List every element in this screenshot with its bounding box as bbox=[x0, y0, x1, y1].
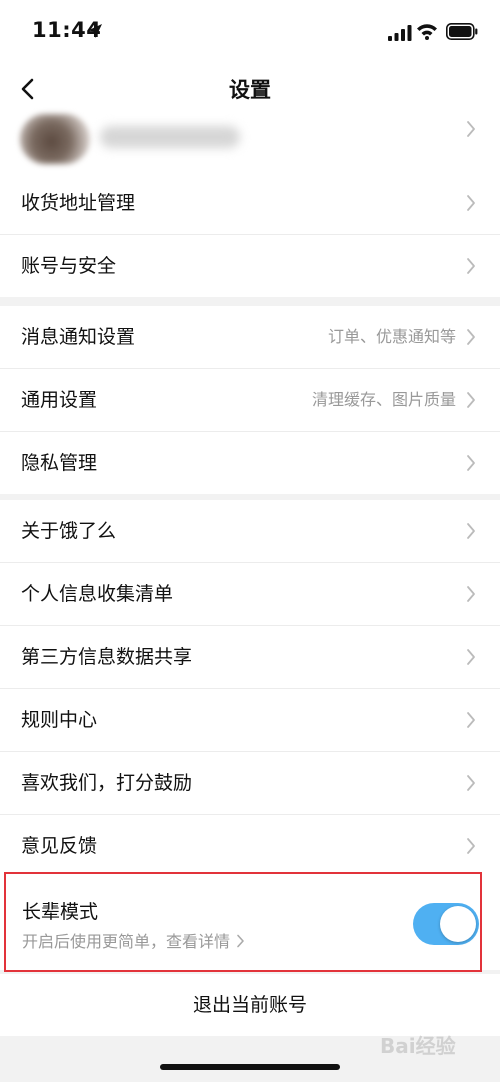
row-label: 规则中心 bbox=[21, 709, 98, 731]
status-bar: 11:44 bbox=[0, 0, 500, 62]
row-account-security[interactable]: 账号与安全 bbox=[0, 235, 500, 297]
row-label: 隐私管理 bbox=[21, 452, 98, 474]
row-third-party-sharing[interactable]: 第三方信息数据共享 bbox=[0, 626, 500, 689]
blurred-username bbox=[100, 126, 240, 148]
chevron-right-icon bbox=[467, 523, 475, 539]
cellular-signal-icon bbox=[388, 25, 412, 41]
battery-icon bbox=[446, 23, 478, 40]
chevron-right-icon bbox=[467, 775, 475, 791]
row-label: 收货地址管理 bbox=[21, 192, 136, 214]
chevron-right-icon bbox=[467, 586, 475, 602]
chevron-right-icon bbox=[237, 934, 244, 948]
chevron-right-icon bbox=[467, 392, 475, 408]
row-label: 第三方信息数据共享 bbox=[21, 646, 193, 668]
logout-button[interactable]: 退出当前账号 bbox=[0, 974, 500, 1036]
elder-mode-subtitle: 开启后使用更简单，查看详情 bbox=[22, 932, 231, 951]
row-personal-info-list[interactable]: 个人信息收集清单 bbox=[0, 563, 500, 626]
row-rules-center[interactable]: 规则中心 bbox=[0, 689, 500, 752]
home-indicator bbox=[160, 1064, 340, 1070]
location-arrow-icon bbox=[88, 24, 102, 38]
nav-bar: 设置 bbox=[0, 62, 500, 118]
row-address-management[interactable]: 收货地址管理 bbox=[0, 172, 500, 235]
chevron-right-icon bbox=[467, 712, 475, 728]
elder-mode-details-link[interactable]: 开启后使用更简单，查看详情 bbox=[22, 928, 245, 952]
wifi-icon bbox=[417, 24, 437, 40]
row-hint: 订单、优惠通知等 bbox=[327, 327, 456, 346]
watermark: Bai经验 bbox=[380, 1034, 456, 1058]
chevron-right-icon bbox=[467, 195, 475, 211]
row-general-settings[interactable]: 通用设置 清理缓存、图片质量 bbox=[0, 369, 500, 432]
row-label: 账号与安全 bbox=[21, 255, 117, 277]
row-rate-us[interactable]: 喜欢我们，打分鼓励 bbox=[0, 752, 500, 815]
elder-mode-toggle[interactable] bbox=[413, 903, 479, 945]
row-label: 消息通知设置 bbox=[21, 326, 136, 348]
toggle-knob bbox=[440, 906, 476, 942]
row-label: 个人信息收集清单 bbox=[21, 583, 174, 605]
row-feedback[interactable]: 意见反馈 bbox=[0, 815, 500, 877]
settings-group-about: 关于饿了么 个人信息收集清单 第三方信息数据共享 规则中心 喜欢我们，打分鼓励 … bbox=[0, 500, 500, 877]
avatar bbox=[20, 114, 90, 164]
row-about[interactable]: 关于饿了么 bbox=[0, 500, 500, 563]
row-label: 意见反馈 bbox=[21, 835, 98, 857]
chevron-right-icon bbox=[467, 329, 475, 345]
page-title: 设置 bbox=[229, 78, 271, 102]
chevron-right-icon bbox=[467, 838, 475, 854]
chevron-right-icon bbox=[467, 121, 475, 137]
profile-row[interactable] bbox=[0, 114, 500, 172]
chevron-right-icon bbox=[467, 258, 475, 274]
settings-group-account: 收货地址管理 账号与安全 bbox=[0, 172, 500, 297]
row-privacy-management[interactable]: 隐私管理 bbox=[0, 432, 500, 494]
row-label: 喜欢我们，打分鼓励 bbox=[21, 772, 193, 794]
row-notification-settings[interactable]: 消息通知设置 订单、优惠通知等 bbox=[0, 306, 500, 369]
elder-mode-section: 长辈模式 开启后使用更简单，查看详情 bbox=[0, 870, 500, 972]
chevron-right-icon bbox=[467, 649, 475, 665]
chevron-right-icon bbox=[467, 455, 475, 471]
row-label: 通用设置 bbox=[21, 389, 98, 411]
row-label: 关于饿了么 bbox=[21, 520, 117, 542]
settings-group-general: 消息通知设置 订单、优惠通知等 通用设置 清理缓存、图片质量 隐私管理 bbox=[0, 306, 500, 494]
elder-mode-title: 长辈模式 bbox=[22, 901, 99, 923]
row-hint: 清理缓存、图片质量 bbox=[311, 390, 456, 409]
